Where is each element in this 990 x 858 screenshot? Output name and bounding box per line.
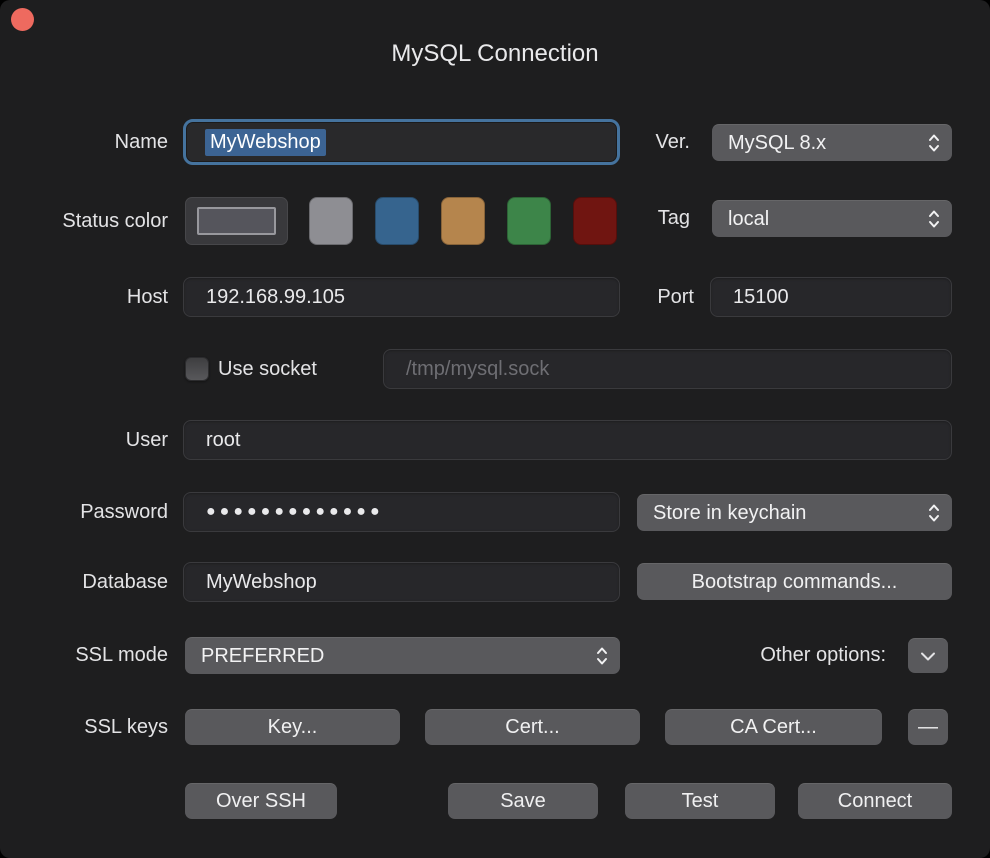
- port-input[interactable]: [710, 277, 952, 317]
- user-label: User: [0, 420, 168, 460]
- close-window-button[interactable]: [11, 8, 34, 31]
- save-button[interactable]: Save: [448, 783, 598, 819]
- status-swatch-green[interactable]: [507, 197, 551, 245]
- database-label: Database: [0, 562, 168, 602]
- chevron-updown-icon: [928, 132, 940, 154]
- user-input[interactable]: [183, 420, 952, 460]
- ssl-mode-label: SSL mode: [0, 637, 168, 674]
- ssl-key-button[interactable]: Key...: [185, 709, 400, 745]
- status-color-well[interactable]: [185, 197, 288, 245]
- name-selected-text: MyWebshop: [205, 129, 326, 156]
- use-socket-checkbox[interactable]: [185, 357, 209, 381]
- mysql-connection-dialog: MySQL Connection Name MyWebshop Ver. MyS…: [0, 0, 990, 858]
- connect-button[interactable]: Connect: [798, 783, 952, 819]
- use-socket-label: Use socket: [218, 357, 317, 381]
- tag-value: local: [728, 208, 769, 231]
- name-label: Name: [0, 119, 168, 165]
- test-button[interactable]: Test: [625, 783, 775, 819]
- port-label: Port: [600, 277, 694, 317]
- chevron-down-icon: [920, 652, 936, 661]
- keychain-value: Store in keychain: [653, 502, 806, 525]
- version-select[interactable]: MySQL 8.x: [712, 124, 952, 161]
- ssl-mode-select[interactable]: PREFERRED: [185, 637, 620, 674]
- password-input[interactable]: [183, 492, 620, 532]
- status-swatch-gray[interactable]: [309, 197, 353, 245]
- ssl-keys-clear-button[interactable]: —: [908, 709, 948, 745]
- status-swatch-tan[interactable]: [441, 197, 485, 245]
- tag-select[interactable]: local: [712, 200, 952, 237]
- chevron-updown-icon: [928, 502, 940, 524]
- status-color-label: Status color: [0, 197, 168, 245]
- socket-path-input[interactable]: [383, 349, 952, 389]
- host-input[interactable]: [183, 277, 620, 317]
- chevron-updown-icon: [928, 208, 940, 230]
- ssl-ca-cert-button[interactable]: CA Cert...: [665, 709, 882, 745]
- ssl-keys-label: SSL keys: [0, 709, 168, 745]
- database-input[interactable]: [183, 562, 620, 602]
- other-options-expand-button[interactable]: [908, 638, 948, 673]
- dialog-title: MySQL Connection: [0, 40, 990, 68]
- keychain-select[interactable]: Store in keychain: [637, 494, 952, 531]
- host-label: Host: [0, 277, 168, 317]
- ssl-cert-button[interactable]: Cert...: [425, 709, 640, 745]
- over-ssh-button[interactable]: Over SSH: [185, 783, 337, 819]
- status-color-current: [197, 207, 276, 235]
- bootstrap-commands-button[interactable]: Bootstrap commands...: [637, 563, 952, 600]
- password-label: Password: [0, 492, 168, 532]
- name-input[interactable]: MyWebshop: [183, 119, 620, 165]
- tag-label: Tag: [600, 200, 690, 237]
- status-swatch-blue[interactable]: [375, 197, 419, 245]
- version-value: MySQL 8.x: [728, 132, 826, 155]
- version-label: Ver.: [600, 124, 690, 161]
- ssl-mode-value: PREFERRED: [201, 645, 324, 668]
- other-options-label: Other options:: [690, 638, 886, 673]
- chevron-updown-icon: [596, 645, 608, 667]
